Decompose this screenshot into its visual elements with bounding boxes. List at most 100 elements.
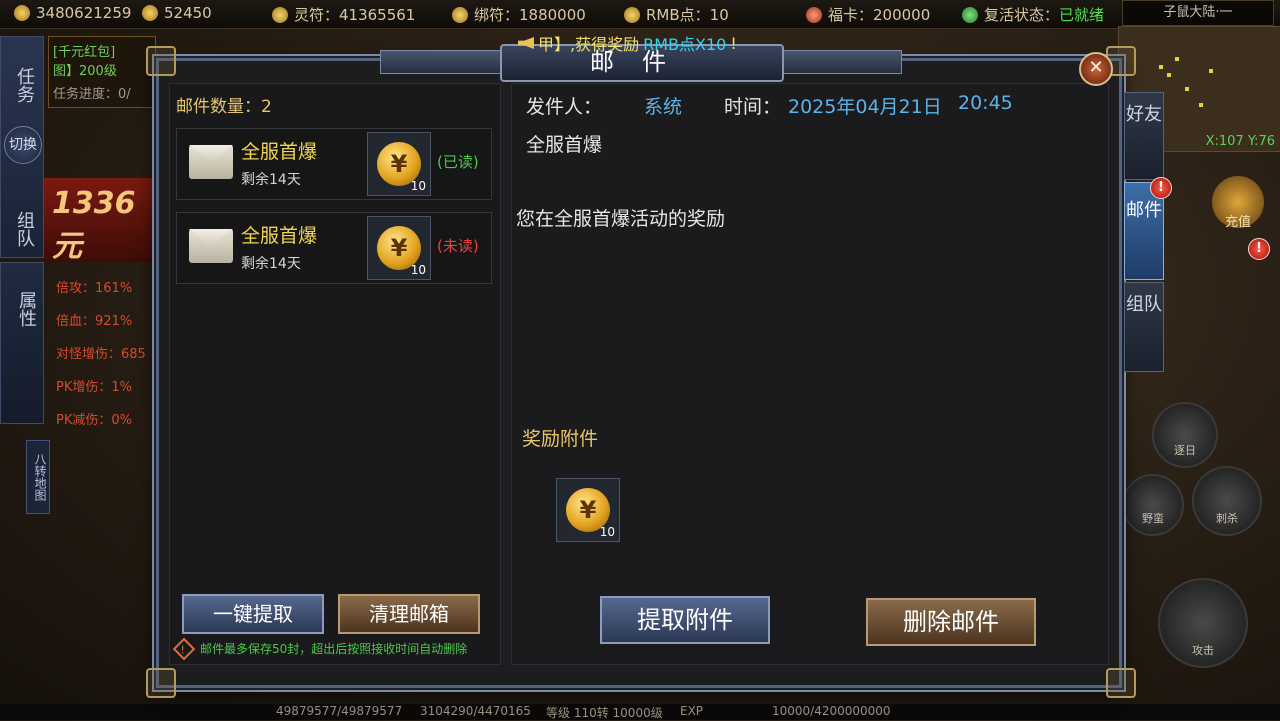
skill-button[interactable]: 野蛮 [1122, 474, 1184, 536]
sender-label: 发件人： [526, 96, 603, 118]
mail-date: 2025年04月21日 [788, 96, 942, 118]
mail-window: 邮件数量：2 全服首爆 剩余14天 ¥ 10 (已读) 全服首爆 剩余14天 ¥… [156, 58, 1122, 688]
sender-value: 系统 [644, 96, 683, 118]
attack-button[interactable]: 攻击 [1158, 578, 1248, 668]
attachment-slot[interactable]: ¥ 10 [367, 132, 431, 196]
attr-item: 对怪增伤：685 [56, 347, 146, 362]
mail-detail-subject: 全服首爆 [526, 134, 603, 156]
mail-notification-badge: ! [1150, 177, 1172, 199]
attribute-list: 倍攻：161% 倍血：921% 对怪增伤：685 PK增伤：1% PK减伤：0% [56, 272, 146, 437]
attr-item: PK减伤：0% [56, 413, 132, 428]
mail-detail-panel: 发件人： 系统 时间： 2025年04月21日 20:45 全服首爆 您在全服首… [511, 83, 1109, 665]
attack-label: 攻击 [1192, 644, 1214, 657]
team-tab[interactable]: 组队 [11, 211, 37, 247]
mail-limit-tip-text: 邮件最多保存50封，超出后按照接收时间自动删除 [200, 642, 468, 656]
claim-attachment-button[interactable]: 提取附件 [600, 596, 770, 644]
clear-mailbox-button[interactable]: 清理邮箱 [338, 594, 480, 634]
exp-label: EXP [680, 704, 704, 718]
skill-label: 刺杀 [1216, 512, 1238, 525]
attr-item: 倍血：921% [56, 314, 133, 329]
claim-all-button[interactable]: 一键提取 [182, 594, 324, 634]
skill-label: 野蛮 [1142, 512, 1164, 525]
close-button[interactable]: ✕ [1079, 52, 1113, 86]
fuka-icon [806, 6, 822, 23]
attachment-slot[interactable]: ¥ 10 [367, 216, 431, 280]
mail-remaining-days: 剩余14天 [241, 172, 301, 188]
mp-readout: 3104290/4470165 [420, 704, 531, 718]
notice-highlight: RMB点X10 [643, 35, 727, 54]
speaker-icon [518, 37, 534, 49]
mail-read-status: (已读) [437, 153, 479, 171]
mail-time: 20:45 [958, 92, 1013, 114]
skill-button[interactable]: 逐日 [1152, 402, 1218, 468]
diamond-currency: 3480621259 [14, 4, 131, 22]
mail-remaining-days: 剩余14天 [241, 256, 301, 272]
notification-badge: ! [1248, 238, 1270, 260]
bangfu-currency: 绑符：1880000 [452, 4, 586, 25]
event-banner[interactable]: 1336元 打 [44, 178, 156, 262]
attr-item: PK增伤：1% [56, 380, 132, 395]
envelope-icon [189, 229, 233, 263]
frame-corner-ornament [146, 668, 176, 698]
bangfu-icon [452, 6, 468, 23]
envelope-icon [189, 145, 233, 179]
task-tab[interactable]: 任务 [11, 67, 37, 103]
recharge-button[interactable]: 充值 [1212, 176, 1264, 230]
coordinate-readout: X:107 Y:76 [1205, 134, 1275, 149]
rmb-currency: RMB点：10 [624, 4, 729, 25]
tab-team[interactable]: 组队 [1124, 282, 1164, 372]
mail-unread-status: (未读) [437, 237, 479, 255]
lingfu-currency: 灵符：41365561 [272, 4, 415, 25]
recharge-label: 充值 [1224, 215, 1251, 230]
revive-label: 复活状态： [984, 6, 1060, 24]
fuka-value: 福卡：200000 [828, 6, 931, 24]
tab-friends[interactable]: 好友 [1124, 92, 1164, 180]
warning-icon: ! [172, 637, 196, 660]
eight-turn-map-button[interactable]: 八转地图 [26, 440, 50, 514]
mail-list-item[interactable]: 全服首爆 剩余14天 ¥ 10 (未读) [176, 212, 492, 284]
reward-attachment-slot[interactable]: ¥ 10 [556, 478, 620, 542]
attribute-tab-label: 属性 [16, 291, 37, 327]
mail-count-label: 邮件数量： [176, 97, 261, 117]
mail-list-panel: 邮件数量：2 全服首爆 剩余14天 ¥ 10 (已读) 全服首爆 剩余14天 ¥… [169, 83, 501, 665]
mail-subject: 全服首爆 [241, 141, 318, 163]
quest-tracker[interactable]: [千元红包] 图】200级 任务进度：0/ [48, 36, 156, 108]
frame-corner-ornament [1106, 668, 1136, 698]
delete-mail-button[interactable]: 删除邮件 [866, 598, 1036, 646]
exp-readout: 10000/4200000000 [772, 704, 891, 718]
quest-title: [千元红包] [53, 45, 116, 60]
attr-item: 倍攻：161% [56, 281, 133, 296]
attribute-tab[interactable]: 属性 [0, 262, 44, 424]
skill-button[interactable]: 刺杀 [1192, 466, 1262, 536]
rmb-value: RMB点：10 [646, 6, 729, 24]
switch-button[interactable]: 切换 [4, 126, 42, 164]
lingfu-value: 灵符：41365561 [294, 6, 416, 24]
gold-ingot-icon [142, 5, 158, 21]
banner-amount: 1336元 [52, 186, 136, 262]
mail-count: 邮件数量：2 [176, 92, 272, 117]
system-notice: 甲】,获得奖励 RMB点X10! [518, 32, 737, 54]
bangfu-value: 绑符：1880000 [474, 6, 586, 24]
mail-body: 您在全服首爆活动的奖励 [516, 208, 726, 230]
frame-corner-ornament [146, 46, 176, 76]
rmb-coin-icon [624, 6, 640, 23]
notice-suffix: ! [730, 33, 737, 53]
title-wing-left [380, 50, 502, 74]
mail-list-item[interactable]: 全服首爆 剩余14天 ¥ 10 (已读) [176, 128, 492, 200]
gold-currency: 52450 [142, 4, 212, 22]
mail-subject: 全服首爆 [241, 225, 318, 247]
attachment-qty: 10 [410, 263, 426, 277]
diamond-value: 3480621259 [36, 4, 132, 22]
reward-attachment-label: 奖励附件 [522, 428, 599, 450]
quest-desc: 图】200级 [53, 64, 117, 79]
revive-status: 复活状态： 已就绪 [962, 4, 1104, 25]
attachment-qty: 10 [410, 179, 426, 193]
region-name: 子鼠大陆·一 [1122, 0, 1274, 26]
mail-limit-tip: ! 邮件最多保存50封，超出后按照接收时间自动删除 [172, 637, 468, 660]
quest-progress: 任务进度：0/ [53, 87, 131, 102]
revive-value: 已就绪 [1059, 6, 1105, 24]
fuka-currency: 福卡：200000 [806, 4, 930, 25]
gold-value: 52450 [164, 4, 212, 22]
notice-prefix: 甲】,获得奖励 [538, 35, 640, 54]
close-icon: ✕ [1088, 57, 1104, 78]
